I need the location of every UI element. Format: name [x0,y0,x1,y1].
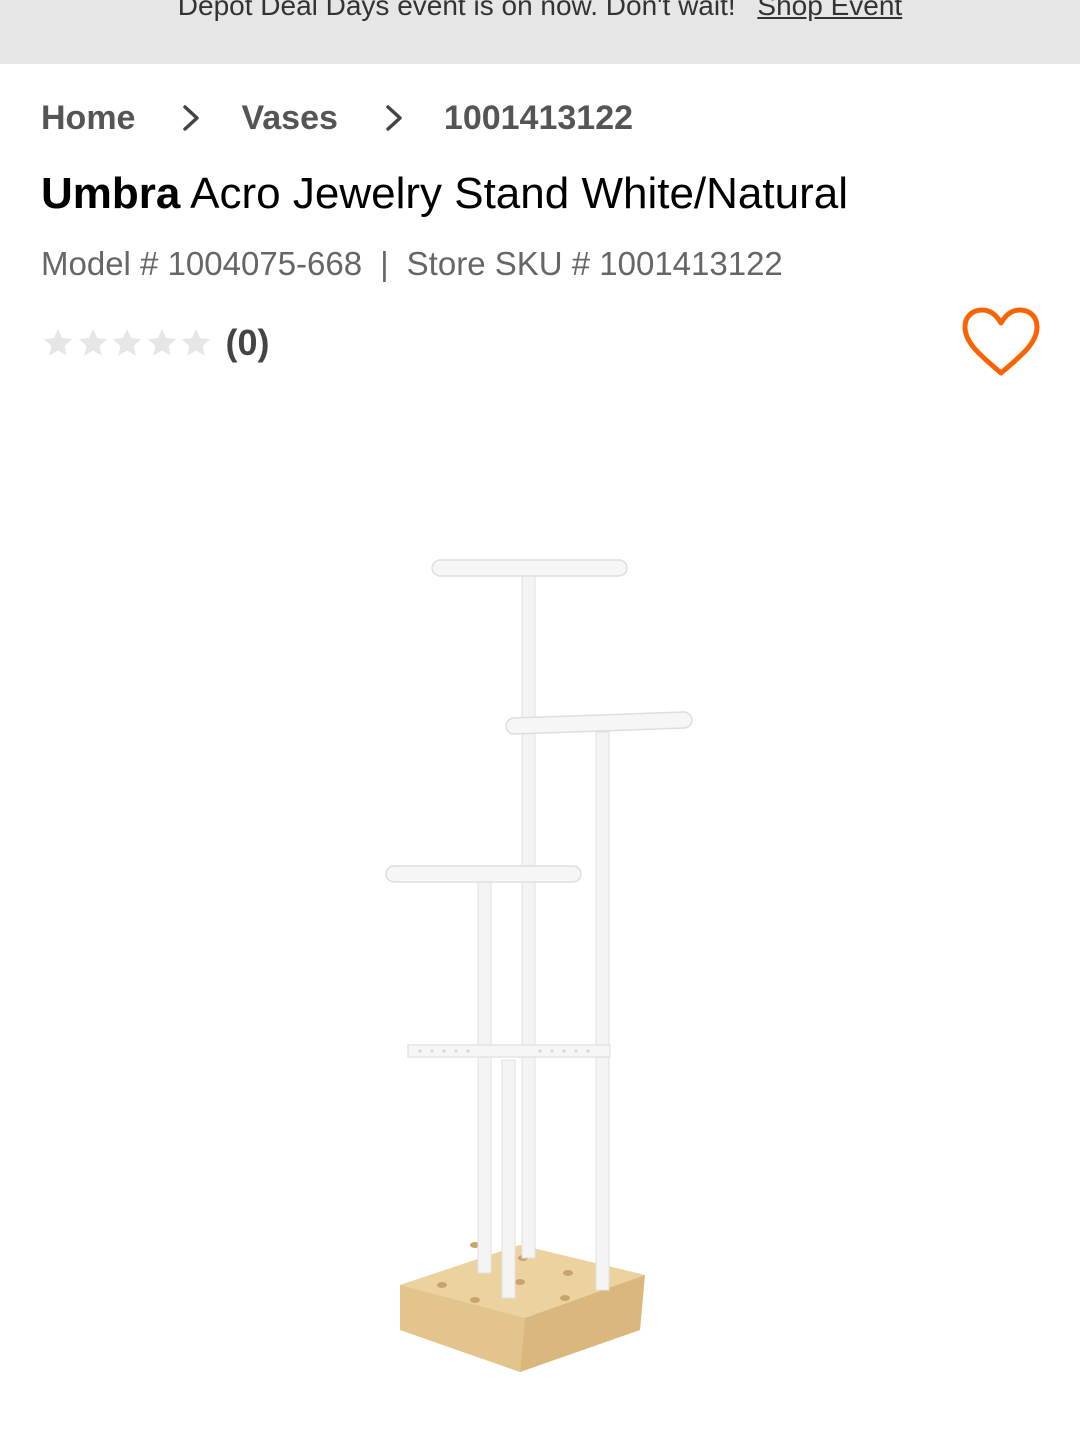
chevron-right-icon [338,96,444,140]
product-title: Umbra Acro Jewelry Stand White/Natural [41,166,848,222]
product-rating[interactable]: (0) [41,320,270,366]
review-count[interactable]: (0) [226,322,270,364]
store-sku: Store SKU # 1001413122 [406,245,783,282]
product-brand[interactable]: Umbra [41,169,180,218]
product-image[interactable] [370,540,710,1390]
shop-event-link[interactable]: Shop Event [757,0,902,21]
breadcrumb: Home Vases 1001413122 [41,96,633,140]
favorite-button[interactable] [960,305,1042,379]
star-icon [181,328,211,356]
promo-content: Depot Deal Days event is on now. Don't w… [0,0,1080,22]
product-name: Acro Jewelry Stand White/Natural [190,169,848,218]
breadcrumb-current[interactable]: 1001413122 [444,99,633,138]
star-icon [112,328,142,356]
breadcrumb-vases[interactable]: Vases [241,99,337,138]
product-identifiers: Model # 1004075-668 | Store SKU # 10014131… [41,243,783,285]
heart-outline-icon [962,307,1040,376]
promo-text: Depot Deal Days event is on now. Don't w… [177,0,736,21]
model-number: Model # 1004075-668 [41,245,363,282]
star-icon [147,328,176,356]
jewelry-stand-image [385,559,693,1372]
id-divider: | [380,245,389,282]
star-icon [78,328,107,356]
star-icon [43,328,73,356]
rating-stars [41,326,214,360]
breadcrumb-home[interactable]: Home [41,99,135,138]
chevron-right-icon [135,96,241,140]
promo-banner: Depot Deal Days event is on now. Don't w… [0,0,1080,64]
